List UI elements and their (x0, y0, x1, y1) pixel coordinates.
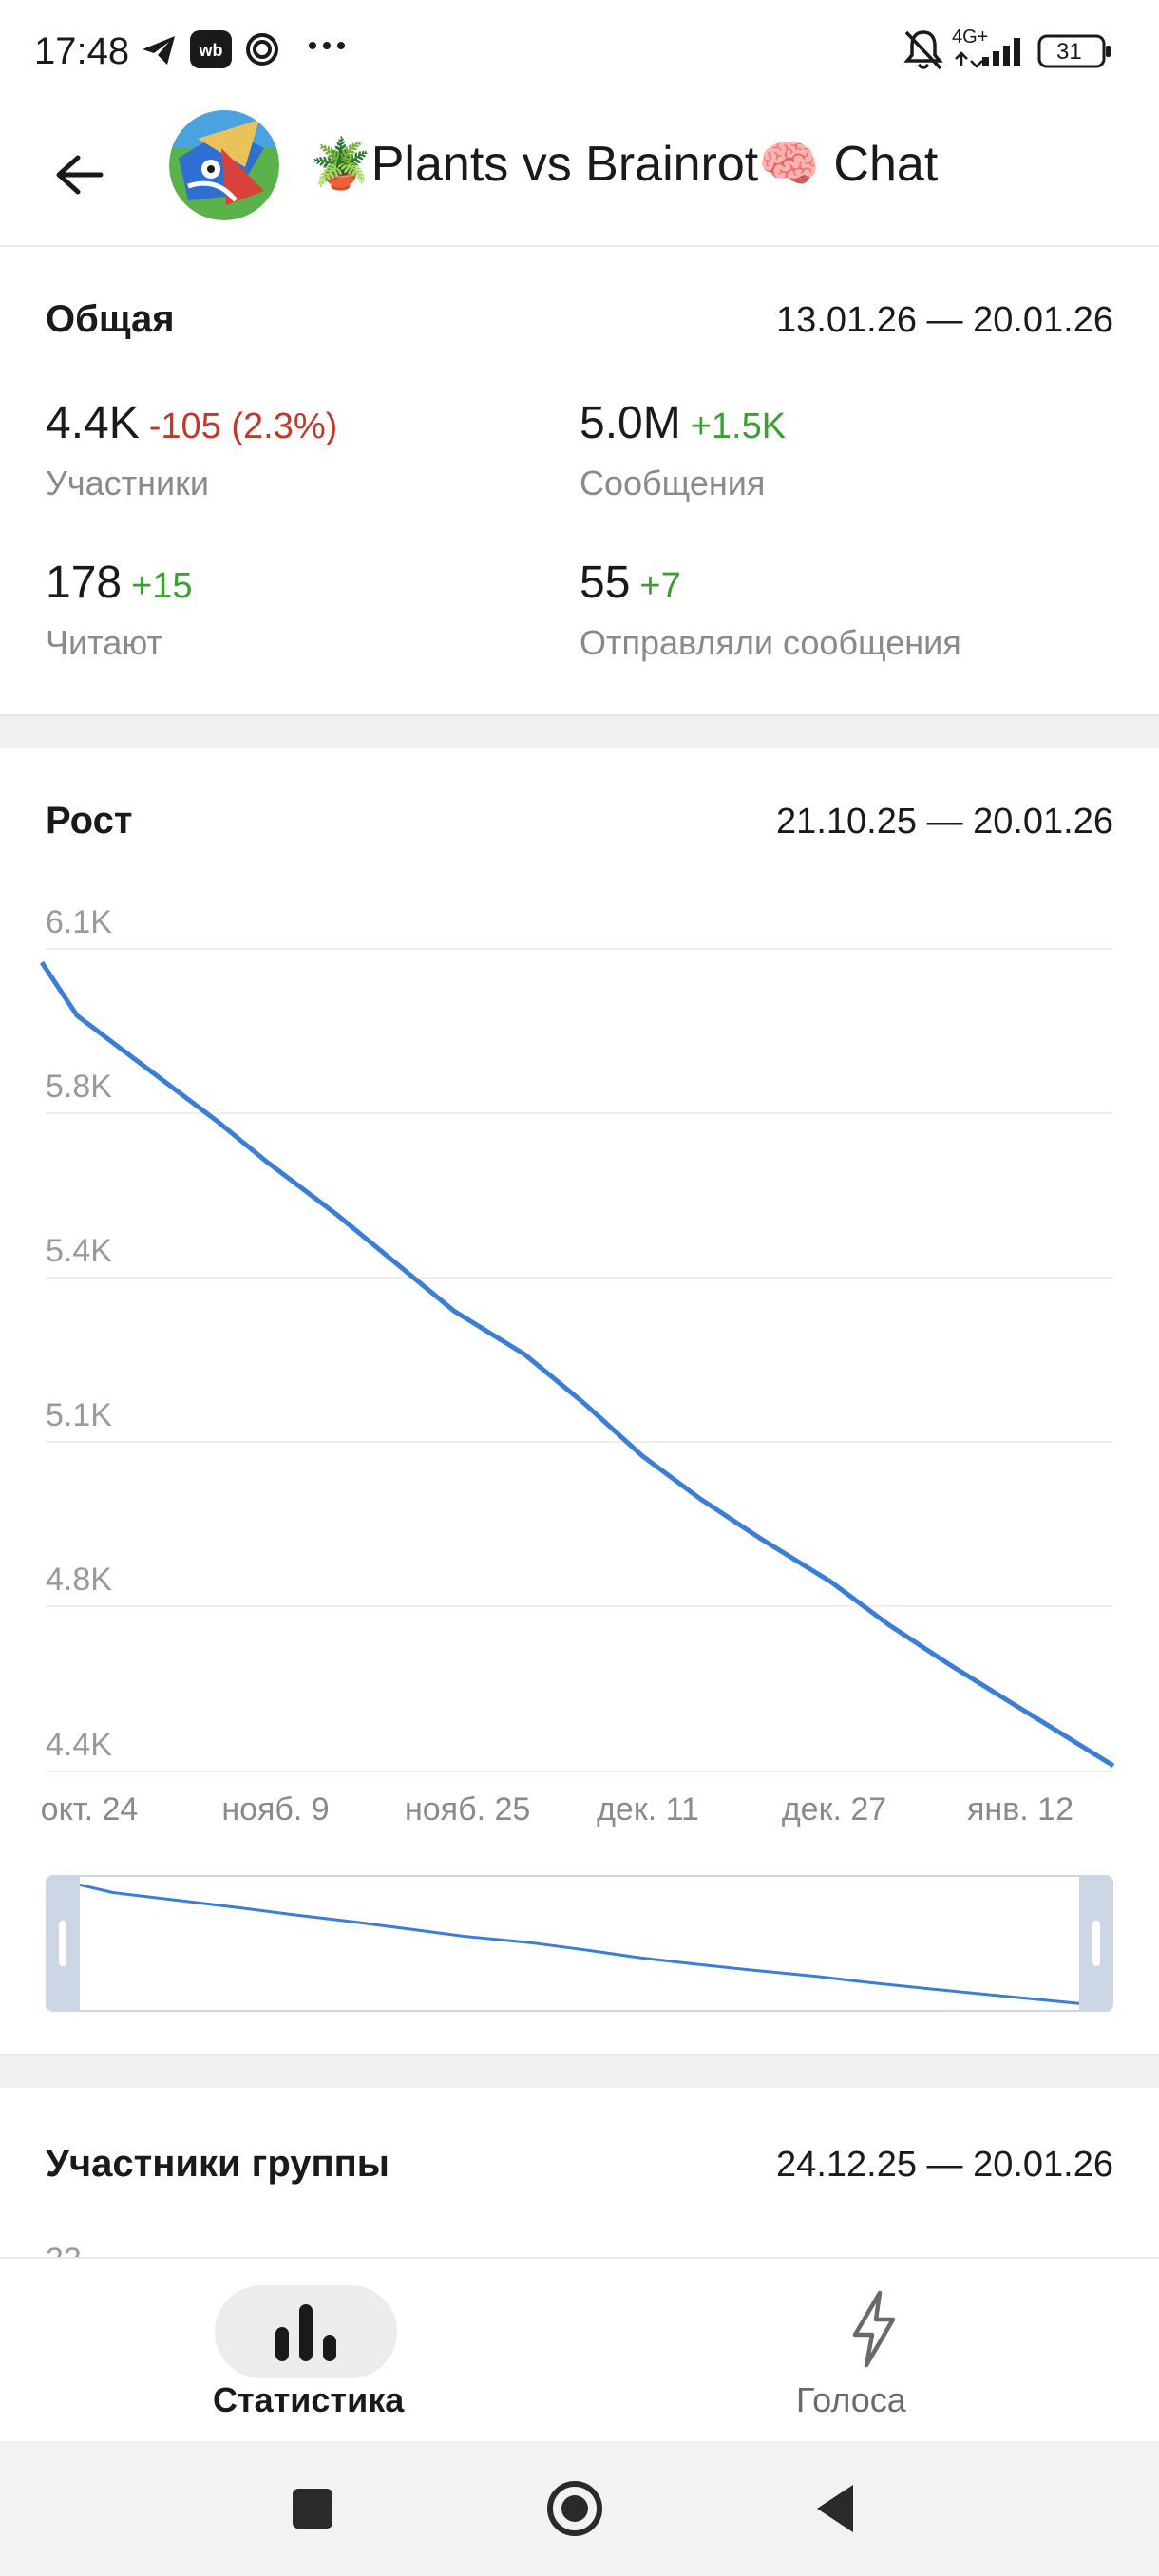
x-tick-label: дек. 11 (597, 1791, 699, 1828)
nav-voices-label: Голоса (796, 2380, 906, 2419)
stat-value: 55 (580, 558, 631, 608)
mini-series-line (80, 1883, 1079, 2005)
back-triangle-icon[interactable] (813, 2483, 857, 2534)
back-button[interactable] (38, 135, 118, 215)
x-tick-label: янв. 12 (967, 1791, 1074, 1828)
range-mini-chart (80, 1883, 1079, 2005)
range-selector[interactable] (46, 1875, 1113, 2012)
members-section: Участники группы 24.12.25 — 20.01.26 33 (0, 2088, 1159, 2257)
svg-text:wb: wb (199, 41, 223, 60)
stat-readers-label: Читают (46, 623, 162, 662)
stat-delta: +1.5K (690, 407, 787, 446)
x-tick-label: нояб. 25 (405, 1791, 531, 1828)
growth-section: Рост 21.10.25 — 20.01.26 6.1K 5.8K 5.4K 5.1… (0, 748, 1159, 2054)
chat-avatar[interactable] (169, 110, 279, 220)
nav-voices[interactable]: Голоса (722, 2259, 1026, 2443)
lightning-icon (852, 2290, 896, 2368)
recents-square-icon[interactable] (291, 2487, 334, 2530)
bar-chart-icon (276, 2304, 336, 2361)
stat-senders-label: Отправляли сообщения (580, 623, 961, 662)
more-notifications-icon (308, 38, 346, 58)
x-tick-label: нояб. 9 (221, 1791, 330, 1828)
stat-delta: -105 (2.3%) (148, 407, 338, 446)
range-handle-left[interactable] (46, 1875, 80, 2012)
back-arrow-icon (56, 155, 104, 195)
wb-app-icon: wb (190, 30, 232, 73)
overview-date-range: 13.01.26 — 20.01.26 (776, 300, 1113, 340)
bottom-nav: Статистика Голоса (0, 2257, 1159, 2443)
nav-statistics[interactable]: Статистика (142, 2259, 469, 2443)
overview-title: Общая (46, 298, 175, 340)
telegram-icon (141, 34, 177, 71)
stat-senders-value: 55 +7 (580, 557, 681, 609)
members-date-range: 24.12.25 — 20.01.26 (776, 2145, 1113, 2185)
stat-delta: +15 (131, 566, 193, 606)
stat-value: 4.4K (46, 398, 140, 448)
stat-delta: +7 (639, 566, 681, 606)
stat-members-label: Участники (46, 464, 209, 502)
status-time: 17:48 (34, 30, 130, 72)
system-nav-bar (0, 2441, 1159, 2576)
stat-members-value: 4.4K -105 (2.3%) (46, 397, 337, 449)
members-partial-tick: 33 (46, 2242, 82, 2257)
members-title: Участники группы (46, 2143, 390, 2185)
status-bar: 17:48 wb 4G+ 31 (0, 0, 1159, 104)
stat-readers-value: 178 +15 (46, 557, 193, 609)
chat-header: 🪴Plants vs Brainrot🧠 Chat (0, 104, 1159, 247)
silent-bell-icon (902, 28, 944, 77)
signal-icon (954, 36, 1030, 73)
chat-title: 🪴Plants vs Brainrot🧠 Chat (310, 137, 939, 192)
range-handle-right[interactable] (1079, 1875, 1113, 2012)
series-line (39, 960, 1115, 1769)
growth-line-chart[interactable] (0, 748, 1159, 1793)
stat-messages-label: Сообщения (580, 464, 766, 502)
spiral-app-icon (245, 32, 279, 71)
overview-section: Общая 13.01.26 — 20.01.26 4.4K -105 (2.3%… (0, 247, 1159, 714)
section-divider (0, 714, 1159, 750)
home-circle-icon[interactable] (545, 2479, 604, 2538)
stat-value: 5.0M (580, 398, 681, 448)
battery-level: 31 (1056, 39, 1082, 65)
section-divider (0, 2054, 1159, 2090)
x-tick-label: окт. 24 (40, 1791, 139, 1828)
stat-messages-value: 5.0M +1.5K (580, 397, 786, 449)
x-tick-label: дек. 27 (781, 1791, 887, 1828)
nav-statistics-label: Статистика (213, 2380, 405, 2419)
stat-value: 178 (46, 558, 123, 608)
